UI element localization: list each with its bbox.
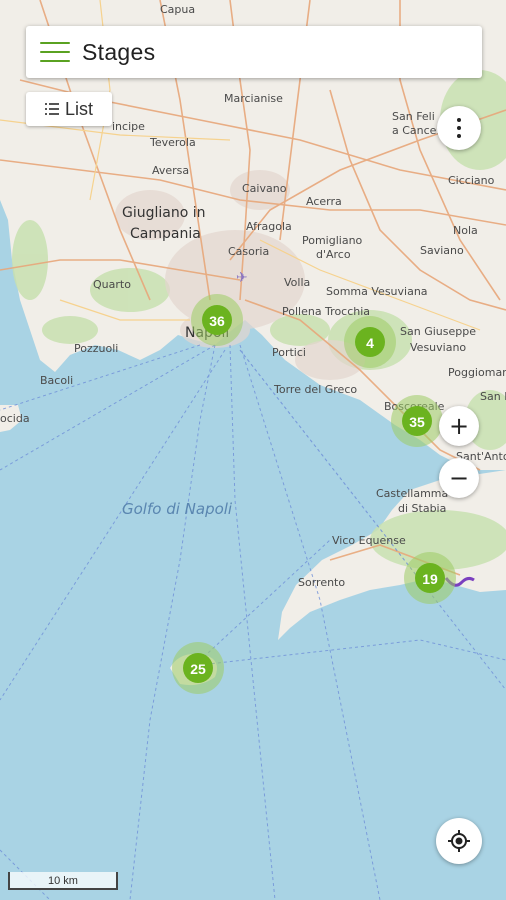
svg-text:Vico Equense: Vico Equense bbox=[332, 534, 406, 547]
svg-text:Saviano: Saviano bbox=[420, 244, 464, 257]
map[interactable]: ✈ Capua Marcianise San Feli a Cancel inc… bbox=[0, 0, 506, 900]
svg-text:25: 25 bbox=[190, 661, 206, 677]
stage-cluster-19[interactable]: 19 bbox=[404, 552, 456, 604]
stage-cluster-36[interactable]: 36 bbox=[191, 294, 243, 346]
zoom-in-button[interactable]: + bbox=[439, 406, 479, 446]
top-app-bar: Stages bbox=[26, 26, 482, 78]
svg-text:San M: San M bbox=[480, 390, 506, 403]
svg-text:Campania: Campania bbox=[130, 226, 201, 242]
svg-text:Caivano: Caivano bbox=[242, 182, 287, 195]
svg-text:San Giuseppe: San Giuseppe bbox=[400, 325, 476, 338]
svg-text:Capua: Capua bbox=[160, 3, 195, 16]
airport-icon: ✈ bbox=[236, 270, 248, 286]
stage-cluster-35[interactable]: 35 bbox=[391, 395, 443, 447]
svg-text:19: 19 bbox=[422, 571, 438, 587]
svg-text:Torre del Greco: Torre del Greco bbox=[273, 383, 357, 396]
svg-text:Castellamma: Castellamma bbox=[376, 487, 448, 500]
svg-text:Volla: Volla bbox=[284, 276, 310, 289]
svg-text:Vesuviano: Vesuviano bbox=[410, 341, 466, 354]
minus-icon: − bbox=[448, 464, 470, 492]
svg-text:d'Arco: d'Arco bbox=[316, 248, 351, 261]
svg-text:di Stabia: di Stabia bbox=[398, 502, 446, 515]
svg-text:Nola: Nola bbox=[453, 224, 478, 237]
svg-text:36: 36 bbox=[209, 313, 225, 329]
svg-text:Pomigliano: Pomigliano bbox=[302, 234, 363, 247]
svg-text:Giugliano in: Giugliano in bbox=[122, 205, 206, 221]
svg-text:35: 35 bbox=[409, 414, 425, 430]
plus-icon: + bbox=[448, 412, 470, 440]
hamburger-menu-icon[interactable] bbox=[40, 42, 70, 62]
svg-text:a Cancel: a Cancel bbox=[392, 124, 440, 137]
page-title: Stages bbox=[82, 38, 156, 65]
list-button-label: List bbox=[64, 98, 93, 119]
svg-text:Quarto: Quarto bbox=[93, 278, 131, 291]
svg-text:Marcianise: Marcianise bbox=[224, 92, 283, 105]
list-button[interactable]: List bbox=[26, 92, 112, 126]
map-scale-bar: 10 km bbox=[8, 872, 118, 890]
svg-text:Casoria: Casoria bbox=[228, 245, 269, 258]
svg-text:4: 4 bbox=[366, 335, 374, 351]
stage-cluster-4[interactable]: 4 bbox=[344, 316, 396, 368]
stage-cluster-25[interactable]: 25 bbox=[172, 642, 224, 694]
svg-text:Pozzuoli: Pozzuoli bbox=[74, 342, 118, 355]
svg-text:incipe: incipe bbox=[112, 120, 145, 133]
svg-text:Bacoli: Bacoli bbox=[40, 374, 73, 387]
more-vertical-icon bbox=[457, 118, 461, 138]
svg-text:Sorrento: Sorrento bbox=[298, 576, 345, 589]
svg-text:Portici: Portici bbox=[272, 346, 306, 359]
svg-text:Golfo di Napoli: Golfo di Napoli bbox=[122, 500, 233, 518]
svg-text:Pollena Trocchia: Pollena Trocchia bbox=[282, 305, 370, 318]
my-location-button[interactable] bbox=[436, 818, 482, 864]
svg-text:San Feli: San Feli bbox=[392, 110, 435, 123]
more-options-button[interactable] bbox=[437, 106, 481, 150]
svg-text:Poggiomarin: Poggiomarin bbox=[448, 366, 506, 379]
zoom-out-button[interactable]: − bbox=[439, 458, 479, 498]
svg-text:Somma Vesuviana: Somma Vesuviana bbox=[326, 285, 428, 298]
list-icon bbox=[44, 103, 59, 115]
svg-text:ocida: ocida bbox=[0, 412, 30, 425]
svg-text:Aversa: Aversa bbox=[152, 164, 189, 177]
my-location-icon bbox=[448, 830, 470, 852]
svg-text:Afragola: Afragola bbox=[246, 220, 292, 233]
svg-text:Acerra: Acerra bbox=[306, 195, 342, 208]
svg-text:Cicciano: Cicciano bbox=[448, 174, 495, 187]
svg-text:Teverola: Teverola bbox=[149, 136, 196, 149]
